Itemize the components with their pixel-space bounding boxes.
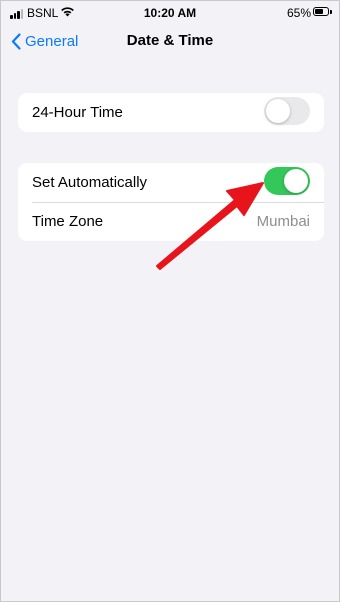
time-zone-value: Mumbai bbox=[256, 213, 310, 230]
toggle-knob bbox=[266, 99, 290, 123]
annotation-arrow bbox=[156, 182, 264, 270]
setting-row-set-automatically: Set Automatically bbox=[18, 163, 324, 202]
setting-label-24-hour-time: 24-Hour Time bbox=[32, 104, 123, 121]
toggle-knob bbox=[284, 169, 308, 193]
battery-percentage: 65% bbox=[287, 6, 312, 20]
setting-label-set-automatically: Set Automatically bbox=[32, 174, 148, 191]
setting-row-24-hour-time: 24-Hour Time bbox=[18, 93, 324, 132]
settings-group-time-format: 24-Hour Time bbox=[18, 93, 324, 132]
page-title: Date & Time bbox=[126, 32, 214, 49]
setting-label-time-zone: Time Zone bbox=[32, 213, 104, 230]
status-bar: BSNL 10:20 AM 65% bbox=[1, 1, 339, 25]
phone-screen: BSNL 10:20 AM 65% General Date & Time 24… bbox=[0, 0, 340, 602]
setting-row-time-zone[interactable]: Time Zone Mumbai bbox=[18, 202, 324, 241]
toggle-24-hour-time[interactable] bbox=[264, 97, 310, 125]
battery-icon bbox=[313, 7, 332, 17]
toggle-set-automatically[interactable] bbox=[264, 167, 310, 195]
settings-group-automatic: Set Automatically Time Zone Mumbai bbox=[18, 163, 324, 241]
